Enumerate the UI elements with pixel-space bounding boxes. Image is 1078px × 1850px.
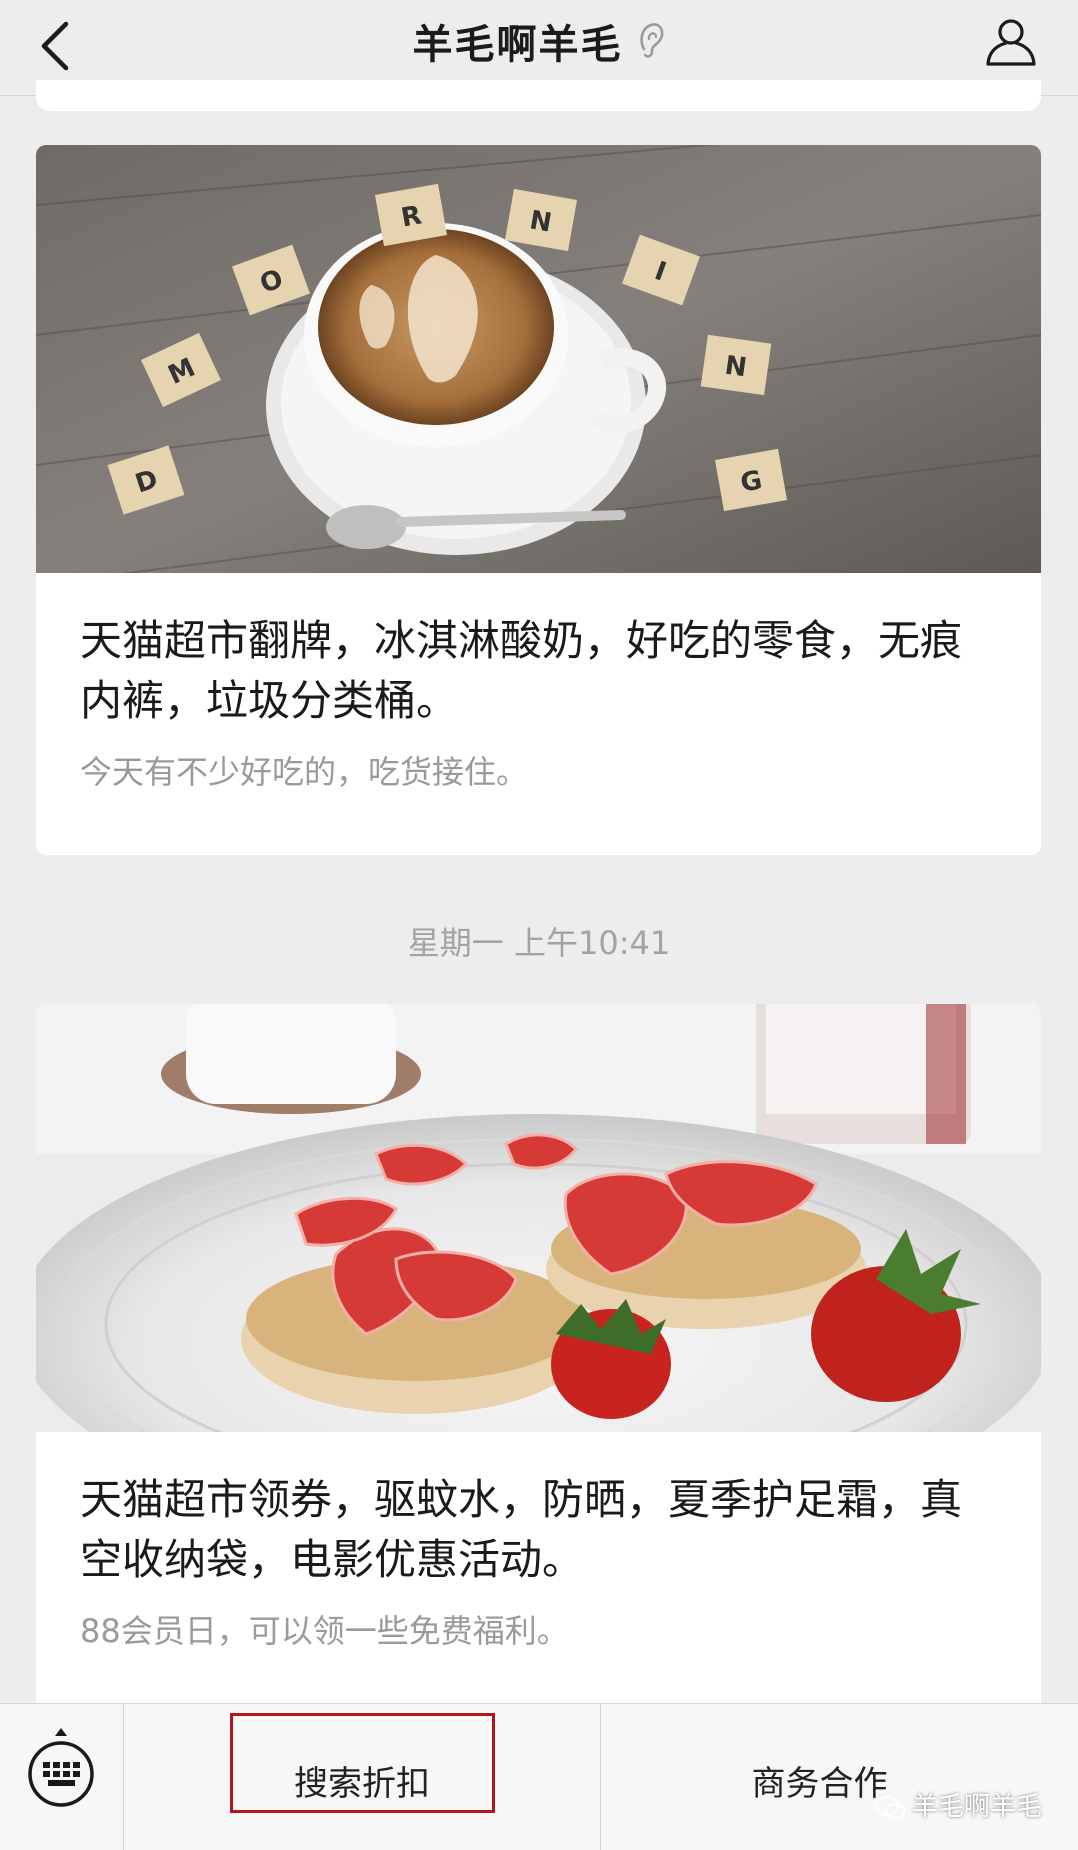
article-card-1[interactable]: D M O R N I N G 天猫超市翻牌，冰淇淋酸奶，好吃的零食，无痕内裤，… xyxy=(36,145,1041,855)
account-title: 羊毛啊羊毛 xyxy=(412,22,623,68)
watermark: 羊毛啊羊毛 xyxy=(874,1786,1042,1823)
menu-label: 搜索折扣 xyxy=(294,1764,430,1804)
article-title: 天猫超市翻牌，冰淇淋酸奶，好吃的零食，无痕内裤，垃圾分类桶。 xyxy=(80,616,963,725)
previous-card-bottom[interactable] xyxy=(36,80,1041,111)
card-body: 天猫超市领券，驱蚊水，防晒，夏季护足霜，真空收纳袋，电影优惠活动。 88会员日，… xyxy=(36,1432,1041,1652)
article-card-2[interactable]: 天猫超市领券，驱蚊水，防晒，夏季护足霜，真空收纳袋，电影优惠活动。 88会员日，… xyxy=(36,1004,1041,1704)
article-subtitle: 今天有不少好吃的，吃货接住。 xyxy=(80,753,529,791)
coffee-morning-image: D M O R N I N G xyxy=(36,145,1041,573)
profile-icon[interactable] xyxy=(982,12,1040,70)
menu-business-cooperation[interactable]: 商务合作 xyxy=(601,1704,1078,1850)
title-container: 羊毛啊羊毛 xyxy=(0,12,1078,70)
keyboard-icon xyxy=(28,1728,94,1807)
keyboard-toggle-button[interactable] xyxy=(0,1704,124,1850)
menu-search-discount[interactable]: 搜索折扣 xyxy=(124,1704,601,1850)
svg-text:N: N xyxy=(723,351,749,384)
article-subtitle: 88会员日，可以领一些免费福利。 xyxy=(80,1612,569,1650)
message-timestamp: 星期一 上午10:41 xyxy=(407,924,671,962)
card-body: 天猫超市翻牌，冰淇淋酸奶，好吃的零食，无痕内裤，垃圾分类桶。 今天有不少好吃的，… xyxy=(36,573,1041,793)
wechat-icon xyxy=(874,1795,905,1819)
ear-icon[interactable] xyxy=(636,19,666,63)
strawberry-muffin-image xyxy=(36,1004,1041,1432)
watermark-text: 羊毛啊羊毛 xyxy=(911,1792,1042,1822)
article-title: 天猫超市领券，驱蚊水，防晒，夏季护足霜，真空收纳袋，电影优惠活动。 xyxy=(80,1475,963,1584)
bottom-menu-bar: 搜索折扣 商务合作 羊毛啊羊毛 xyxy=(0,1703,1078,1850)
